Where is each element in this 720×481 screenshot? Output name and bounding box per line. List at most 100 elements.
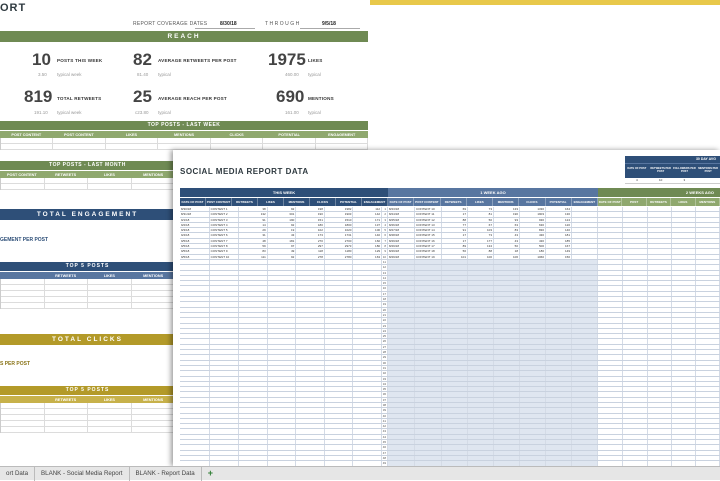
week-ago-cell[interactable]	[572, 360, 598, 365]
week-ago-cell[interactable]	[572, 397, 598, 402]
this-week-cell[interactable]: 9/5/18	[180, 238, 210, 244]
week-ago-cell[interactable]: 103	[468, 228, 494, 233]
two-weeks-ago-cell[interactable]	[623, 450, 648, 455]
two-weeks-ago-cell[interactable]	[696, 265, 720, 270]
week-ago-cell[interactable]: 181	[546, 233, 572, 238]
two-weeks-ago-cell[interactable]	[672, 371, 696, 376]
this-week-cell[interactable]	[325, 408, 354, 413]
this-week-cell[interactable]: CONTENT 8	[210, 244, 240, 249]
week-ago-cell[interactable]	[494, 339, 520, 344]
this-week-cell[interactable]	[239, 461, 268, 466]
two-weeks-ago-cell[interactable]	[672, 381, 696, 387]
this-week-cell[interactable]	[296, 434, 325, 440]
two-weeks-ago-cell[interactable]	[696, 360, 720, 365]
this-week-cell[interactable]	[325, 302, 354, 307]
week-ago-cell[interactable]	[572, 371, 598, 376]
this-week-cell[interactable]: 1180	[325, 249, 354, 254]
this-week-cell[interactable]	[296, 440, 325, 445]
week-ago-cell[interactable]	[520, 371, 546, 376]
week-ago-cell[interactable]	[468, 397, 494, 402]
this-week-cell[interactable]: 9/1/18	[180, 217, 210, 222]
week-ago-cell[interactable]	[415, 360, 442, 365]
week-ago-cell[interactable]	[388, 344, 415, 350]
this-week-cell[interactable]: 97	[268, 244, 297, 249]
week-ago-cell[interactable]: 177	[468, 238, 494, 244]
two-weeks-ago-cell[interactable]	[648, 344, 672, 350]
week-ago-cell[interactable]	[442, 371, 468, 376]
this-week-cell[interactable]	[210, 334, 240, 339]
two-weeks-ago-cell[interactable]	[672, 440, 696, 445]
two-weeks-ago-cell[interactable]	[696, 334, 720, 339]
two-weeks-ago-cell[interactable]	[648, 286, 672, 291]
two-weeks-ago-cell[interactable]	[598, 270, 623, 275]
this-week-cell[interactable]	[296, 355, 325, 360]
this-week-cell[interactable]	[268, 440, 297, 445]
week-ago-cell[interactable]	[494, 318, 520, 323]
this-week-cell[interactable]	[239, 371, 268, 376]
week-ago-cell[interactable]	[442, 302, 468, 307]
week-ago-cell[interactable]	[442, 376, 468, 381]
week-ago-cell[interactable]	[442, 397, 468, 402]
week-ago-cell[interactable]	[415, 265, 442, 270]
week-ago-cell[interactable]: 500	[520, 244, 546, 249]
week-ago-cell[interactable]	[572, 275, 598, 281]
table-row[interactable]	[1, 184, 175, 190]
week-ago-cell[interactable]	[520, 307, 546, 312]
week-ago-cell[interactable]	[442, 461, 468, 466]
week-ago-cell[interactable]	[388, 328, 415, 334]
this-week-cell[interactable]	[210, 339, 240, 344]
two-weeks-ago-cell[interactable]	[648, 397, 672, 402]
this-week-cell[interactable]	[353, 397, 383, 402]
two-weeks-ago-cell[interactable]	[696, 397, 720, 402]
this-week-cell[interactable]	[268, 408, 297, 413]
week-ago-cell[interactable]	[520, 270, 546, 275]
this-week-cell[interactable]	[239, 434, 268, 440]
this-week-cell[interactable]	[325, 328, 354, 334]
this-week-cell[interactable]	[268, 355, 297, 360]
this-week-cell[interactable]	[239, 318, 268, 323]
two-weeks-ago-cell[interactable]	[598, 418, 623, 424]
week-ago-cell[interactable]	[442, 402, 468, 408]
two-weeks-ago-cell[interactable]	[648, 387, 672, 392]
two-weeks-ago-cell[interactable]	[648, 291, 672, 297]
two-weeks-ago-cell[interactable]	[696, 222, 720, 228]
week-ago-cell[interactable]: 91	[442, 228, 468, 233]
two-weeks-ago-cell[interactable]	[648, 418, 672, 424]
this-week-cell[interactable]	[239, 355, 268, 360]
this-week-cell[interactable]	[325, 323, 354, 328]
this-week-cell[interactable]: CONTENT 7	[210, 238, 240, 244]
this-week-cell[interactable]: 92	[268, 222, 297, 228]
two-weeks-ago-cell[interactable]	[648, 365, 672, 371]
week-ago-cell[interactable]: 1060	[520, 254, 546, 259]
this-week-cell[interactable]	[210, 275, 240, 281]
this-week-cell[interactable]: 19	[268, 228, 297, 233]
two-weeks-ago-cell[interactable]	[672, 259, 696, 265]
this-week-cell[interactable]	[268, 434, 297, 440]
week-ago-cell[interactable]	[546, 334, 572, 339]
two-weeks-ago-cell[interactable]	[623, 360, 648, 365]
week-ago-cell[interactable]	[546, 413, 572, 418]
week-ago-cell[interactable]: 8/24/18	[388, 212, 415, 217]
two-weeks-ago-cell[interactable]	[648, 228, 672, 233]
two-weeks-ago-cell[interactable]	[598, 445, 623, 450]
this-week-cell[interactable]	[180, 376, 210, 381]
this-week-cell[interactable]	[353, 270, 383, 275]
two-weeks-ago-cell[interactable]	[672, 350, 696, 355]
this-week-cell[interactable]	[210, 360, 240, 365]
two-weeks-ago-cell[interactable]	[672, 312, 696, 318]
two-weeks-ago-cell[interactable]	[672, 339, 696, 344]
two-weeks-ago-cell[interactable]	[672, 413, 696, 418]
two-weeks-ago-cell[interactable]	[623, 339, 648, 344]
week-ago-cell[interactable]	[572, 328, 598, 334]
two-weeks-ago-cell[interactable]	[672, 344, 696, 350]
two-weeks-ago-cell[interactable]	[648, 434, 672, 440]
this-week-cell[interactable]	[353, 318, 383, 323]
week-ago-cell[interactable]	[494, 402, 520, 408]
this-week-cell[interactable]: 2973	[325, 244, 354, 249]
two-weeks-ago-cell[interactable]	[648, 254, 672, 259]
this-week-cell[interactable]	[296, 397, 325, 402]
week-ago-cell[interactable]	[572, 259, 598, 265]
week-ago-cell[interactable]	[494, 445, 520, 450]
this-week-cell[interactable]: 8/31/18	[180, 212, 210, 217]
this-week-cell[interactable]	[325, 281, 354, 286]
